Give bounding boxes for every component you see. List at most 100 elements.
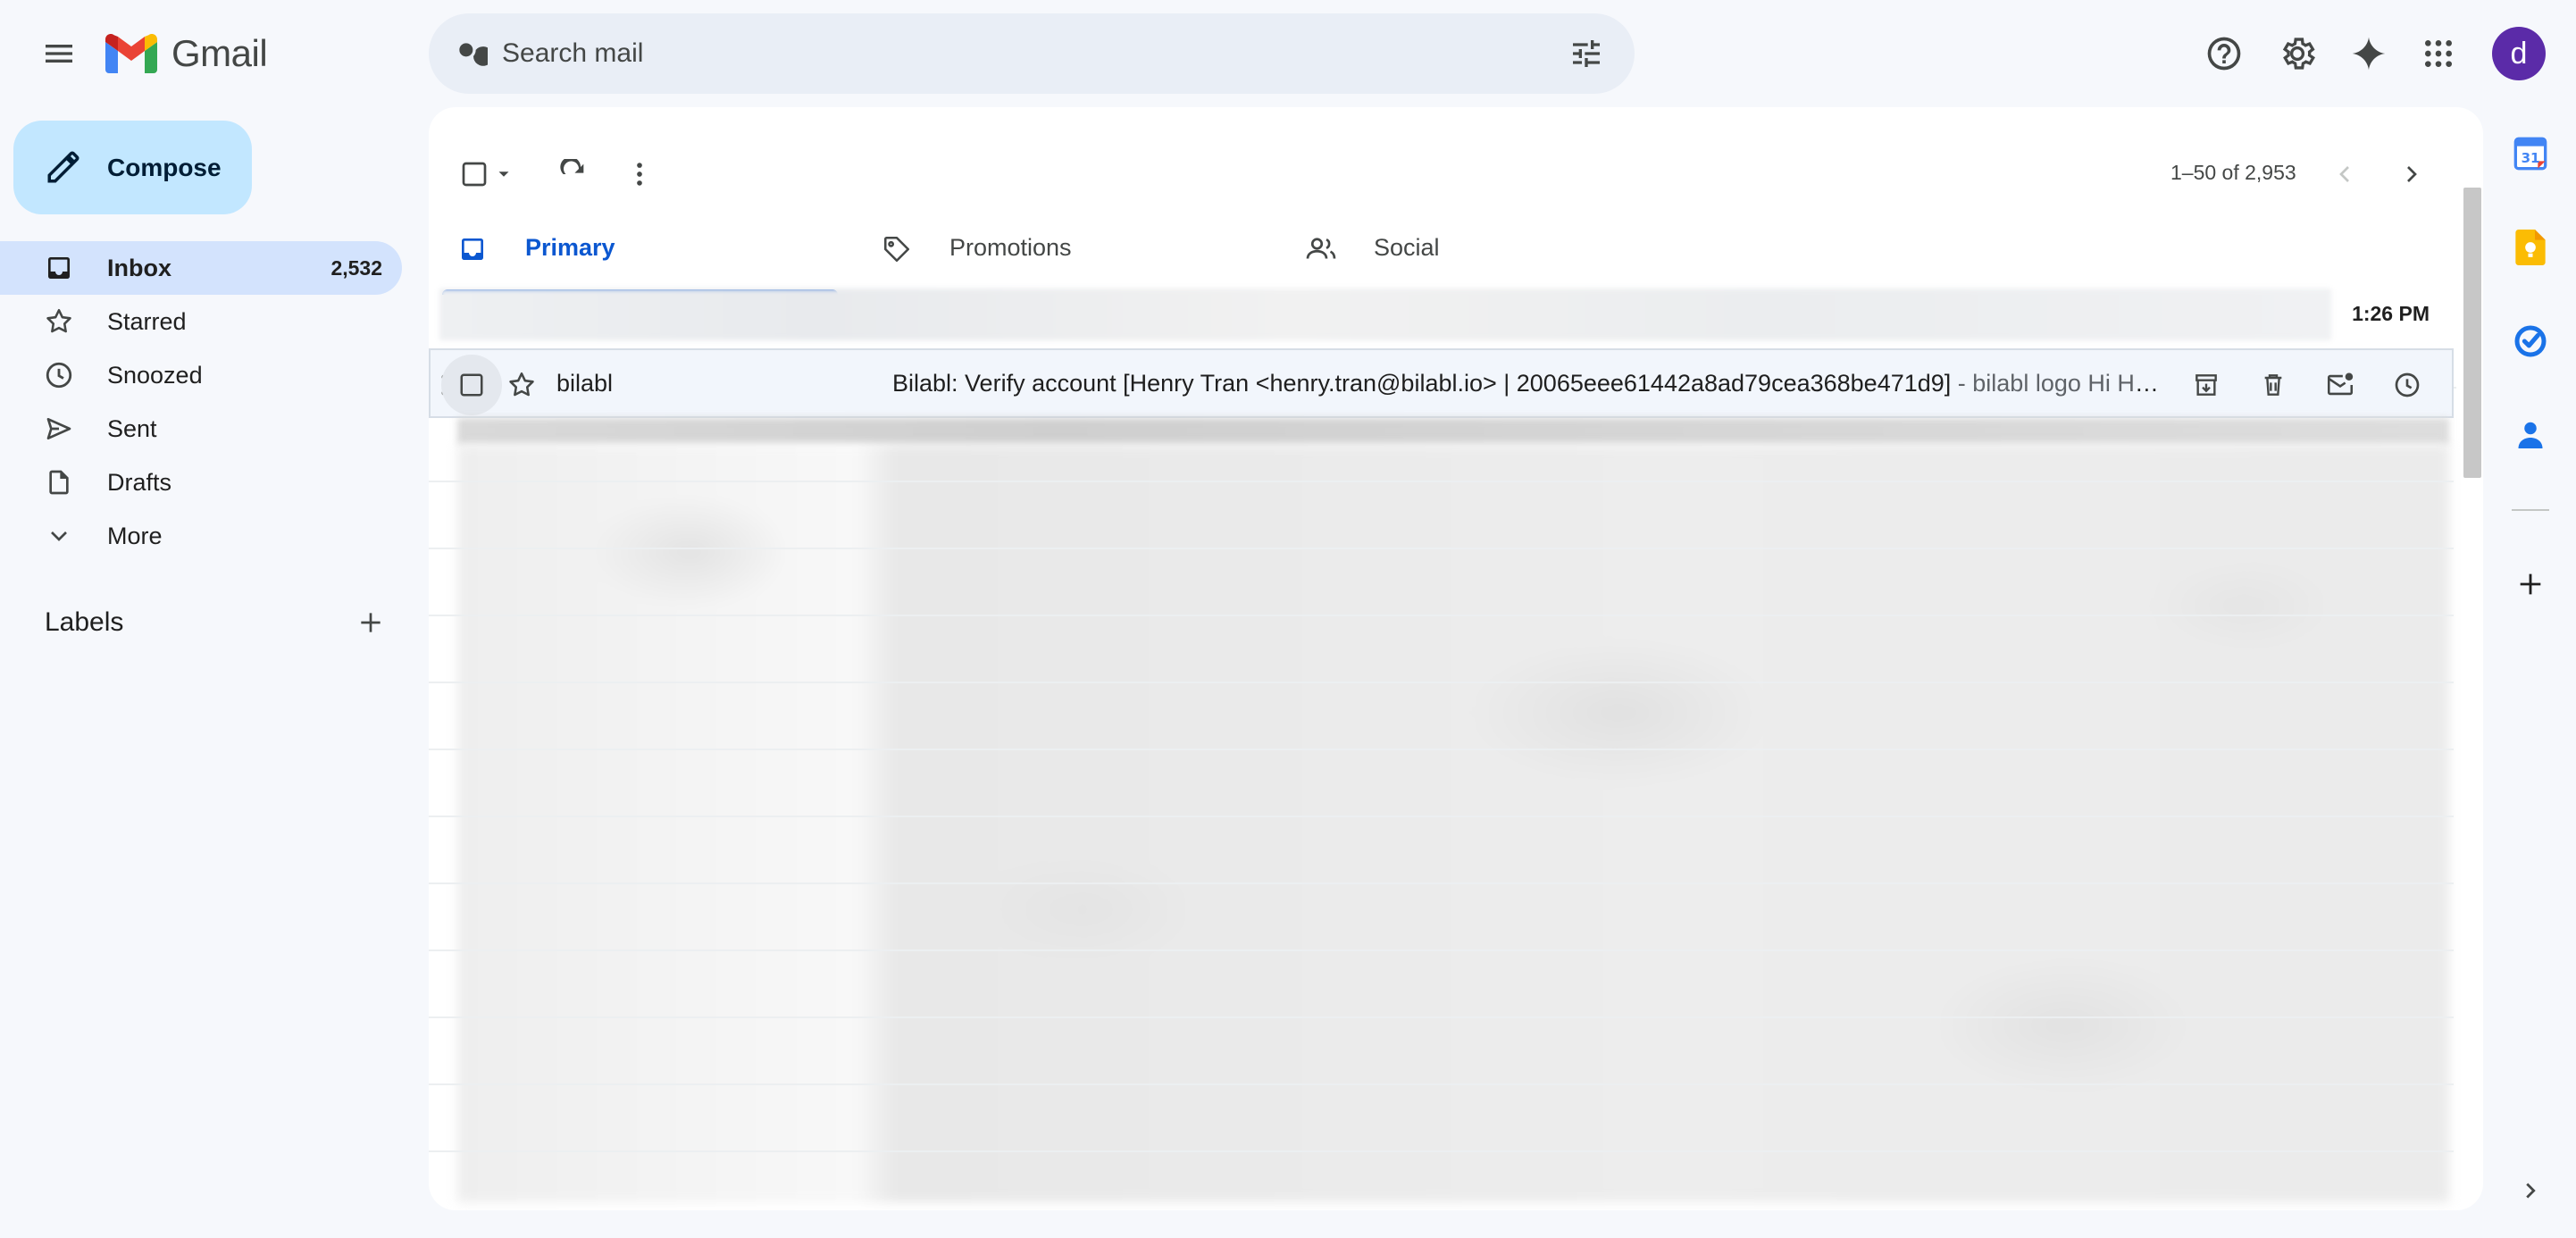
sidebar-item-label: Sent [107, 414, 157, 442]
row-divider [429, 1150, 2454, 1152]
clock-icon [46, 362, 72, 389]
tab-label: Primary [525, 234, 615, 261]
keep-app-button[interactable] [2506, 223, 2555, 272]
refresh-icon [560, 159, 584, 174]
calendar-icon: 31 [2513, 137, 2547, 171]
blurred-email-row[interactable] [439, 289, 2331, 340]
show-side-panel-button[interactable] [2506, 1167, 2555, 1215]
star-icon [46, 308, 71, 333]
gmail-logo[interactable]: Gmail [105, 27, 268, 80]
mail-list-scrollbar[interactable] [2463, 188, 2481, 478]
tab-promotions[interactable]: Promotions [866, 201, 1262, 295]
row-checkbox[interactable] [441, 355, 502, 415]
tasks-app-button[interactable] [2506, 317, 2555, 365]
app-name: Gmail [171, 32, 268, 74]
select-all-dropdown[interactable] [447, 147, 527, 201]
search-bar[interactable] [429, 13, 1635, 94]
calendar-app-button[interactable]: 31 [2506, 130, 2555, 178]
create-label-button[interactable] [351, 603, 390, 642]
row-divider [429, 548, 2454, 549]
search-button[interactable] [448, 32, 491, 75]
row-divider [429, 749, 2454, 750]
labels-heading: Labels [45, 607, 124, 637]
plus-icon [2520, 573, 2541, 595]
compose-button[interactable]: Compose [13, 121, 252, 214]
svg-text:31: 31 [2522, 150, 2540, 166]
search-input[interactable] [502, 13, 1485, 94]
more-vert-icon [637, 163, 642, 186]
gemini-button[interactable] [2342, 27, 2396, 80]
trash-icon [2264, 374, 2282, 396]
clock-icon [2395, 372, 2420, 397]
tab-label: Social [1374, 234, 1440, 261]
snooze-button[interactable] [2388, 365, 2427, 405]
row-divider [429, 615, 2454, 616]
side-panel-divider [2512, 509, 2549, 511]
row-divider [429, 949, 2454, 951]
get-addons-button[interactable] [2506, 560, 2555, 608]
email-subject-line: Bilabl: Verify account [Henry Tran <henr… [892, 370, 2170, 397]
checkbox-icon [460, 373, 483, 397]
mark-unread-button[interactable] [2321, 365, 2360, 405]
gear-icon [2282, 38, 2315, 70]
support-button[interactable] [2197, 27, 2251, 80]
draft-icon [49, 470, 69, 495]
tag-icon [883, 236, 910, 263]
sidebar-item-label: Inbox [107, 254, 171, 281]
sidebar-item-more[interactable]: More [0, 509, 402, 563]
checkbox-icon [462, 162, 487, 187]
archive-button[interactable] [2187, 365, 2226, 405]
mail-list-panel: 1–50 of 2,953 Primary Promotions Social … [429, 107, 2483, 1210]
unread-count: 2,532 [330, 255, 382, 280]
help-icon [2207, 37, 2241, 71]
star-toggle[interactable] [506, 369, 538, 401]
table-row[interactable]: bilabl Bilabl: Verify account [Henry Tra… [429, 348, 2454, 418]
star-icon [509, 372, 534, 397]
google-apps-button[interactable] [2412, 27, 2465, 80]
sidebar-item-label: More [107, 522, 163, 549]
sidebar-item-inbox[interactable]: Inbox 2,532 [0, 241, 402, 295]
settings-button[interactable] [2271, 27, 2324, 80]
row-divider [429, 882, 2454, 884]
people-icon [1306, 238, 1336, 259]
sidebar-item-label: Starred [107, 307, 187, 335]
row-divider [429, 481, 2454, 482]
pencil-icon [47, 151, 79, 183]
contacts-app-button[interactable] [2506, 411, 2555, 459]
email-subject: Bilabl: Verify account [Henry Tran <henr… [892, 369, 1952, 397]
delete-button[interactable] [2254, 365, 2293, 405]
sidebar-item-snoozed[interactable]: Snoozed [0, 348, 402, 402]
main-menu-button[interactable] [27, 27, 91, 80]
blurred-email-row[interactable] [457, 418, 2449, 445]
apps-grid-icon [2425, 40, 2452, 67]
sidebar-item-sent[interactable]: Sent [0, 402, 402, 456]
contacts-icon [2518, 422, 2543, 448]
tab-social[interactable]: Social [1291, 201, 1686, 295]
caret-down-icon [498, 171, 509, 177]
newer-button[interactable] [2318, 147, 2371, 201]
sidebar-item-starred[interactable]: Starred [0, 295, 402, 348]
compose-label: Compose [107, 153, 222, 181]
search-icon [459, 43, 488, 66]
sidebar-nav: Inbox 2,532 Starred Snoozed Sent Drafts … [0, 241, 402, 563]
account-avatar[interactable]: d [2492, 27, 2546, 80]
tab-primary[interactable]: Primary [442, 201, 838, 295]
chevron-right-icon [2526, 1183, 2536, 1199]
tab-label: Promotions [949, 234, 1072, 261]
row-divider [429, 682, 2454, 683]
search-options-button[interactable] [1565, 32, 1608, 75]
email-sender: bilabl [556, 369, 614, 397]
more-actions-button[interactable] [613, 147, 666, 201]
refresh-button[interactable] [547, 147, 600, 201]
menu-icon [46, 45, 72, 63]
sparkle-icon [2352, 37, 2386, 71]
sidebar-item-drafts[interactable]: Drafts [0, 456, 402, 509]
send-icon [46, 418, 71, 439]
row-divider [429, 1083, 2454, 1085]
older-button[interactable] [2385, 147, 2438, 201]
email-snippet: - bilabl logo Hi Henr... [1951, 369, 2170, 397]
chevron-right-icon [2407, 166, 2417, 182]
keep-icon [2515, 230, 2546, 265]
pagination-text: 1–50 of 2,953 [2170, 161, 2296, 184]
chevron-left-icon [2339, 166, 2349, 182]
